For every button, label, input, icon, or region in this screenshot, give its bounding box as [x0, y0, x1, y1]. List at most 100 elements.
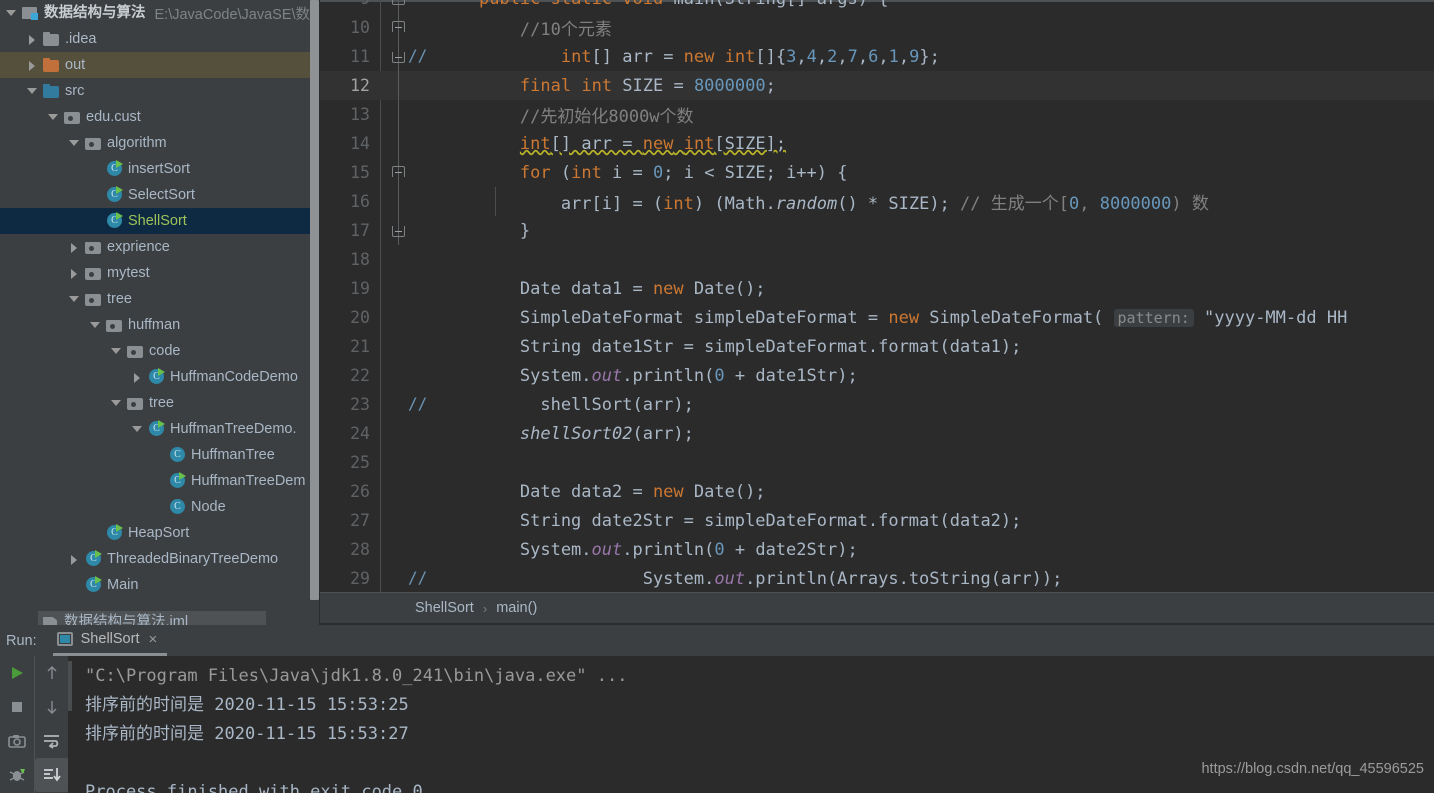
- editor-gutter[interactable]: [378, 506, 434, 535]
- tree-row-src[interactable]: src: [0, 78, 320, 104]
- rerun-button[interactable]: [0, 656, 34, 690]
- chevron-right-icon[interactable]: [27, 60, 38, 71]
- breadcrumb-method[interactable]: main(): [496, 600, 537, 616]
- code-line[interactable]: 16 arr[i] = (int) (Math.random() * SIZE)…: [320, 187, 1434, 216]
- screenshot-button[interactable]: [0, 724, 34, 758]
- code-line[interactable]: 13 //先初始化8000w个数: [320, 100, 1434, 129]
- chevron-right-icon[interactable]: [69, 268, 80, 279]
- tree-row-selectsort[interactable]: SelectSort: [0, 182, 320, 208]
- chevron-right-icon[interactable]: [27, 34, 38, 45]
- project-tree-scrollbar[interactable]: [310, 0, 319, 600]
- code-line[interactable]: 23// shellSort(arr);: [320, 390, 1434, 419]
- chevron-down-icon[interactable]: [111, 346, 122, 357]
- editor-gutter[interactable]: [378, 303, 434, 332]
- tree-row-code[interactable]: code: [0, 338, 320, 364]
- editor-gutter[interactable]: [378, 187, 434, 216]
- chevron-down-icon[interactable]: [27, 86, 38, 97]
- code-line[interactable]: 18: [320, 245, 1434, 274]
- chevron-down-icon[interactable]: [6, 8, 17, 19]
- chevron-down-icon[interactable]: [69, 138, 80, 149]
- code-line[interactable]: 11// int[] arr = new int[]{3,4,2,7,6,1,9…: [320, 42, 1434, 71]
- editor-gutter[interactable]: [378, 448, 434, 477]
- code-line[interactable]: 24 shellSort02(arr);: [320, 419, 1434, 448]
- fold-marker-icon[interactable]: [392, 226, 405, 237]
- chevron-down-icon[interactable]: [132, 424, 143, 435]
- code-line[interactable]: 17 }: [320, 216, 1434, 245]
- editor-gutter[interactable]: //: [378, 390, 434, 419]
- code-line[interactable]: 15 for (int i = 0; i < SIZE; i++) {: [320, 158, 1434, 187]
- tree-row-shellsort[interactable]: ShellSort: [0, 208, 320, 234]
- chevron-down-icon[interactable]: [48, 112, 59, 123]
- chevron-down-icon[interactable]: [111, 398, 122, 409]
- tree-row-educust[interactable]: edu.cust: [0, 104, 320, 130]
- editor-gutter[interactable]: //: [378, 42, 434, 71]
- editor-gutter[interactable]: [378, 158, 434, 187]
- debug-button[interactable]: [0, 758, 34, 792]
- tree-row-huffmantree[interactable]: HuffmanTree: [0, 442, 320, 468]
- code-line[interactable]: 28 System.out.println(0 + date2Str);: [320, 535, 1434, 564]
- editor-gutter[interactable]: [378, 13, 434, 42]
- tree-row-iml[interactable]: 数据结构与算法.iml: [38, 611, 266, 625]
- chevron-right-icon[interactable]: [132, 372, 143, 383]
- code-line[interactable]: 20 SimpleDateFormat simpleDateFormat = n…: [320, 303, 1434, 332]
- tree-row-tree[interactable]: tree: [0, 390, 320, 416]
- editor-gutter[interactable]: [378, 332, 434, 361]
- tree-row-insertsort[interactable]: insertSort: [0, 156, 320, 182]
- editor-gutter[interactable]: [378, 129, 434, 158]
- editor-gutter[interactable]: [378, 274, 434, 303]
- code-line[interactable]: 26 Date data2 = new Date();: [320, 477, 1434, 506]
- code-line[interactable]: 10 //10个元素: [320, 13, 1434, 42]
- tree-row-mytest[interactable]: mytest: [0, 260, 320, 286]
- code-line[interactable]: 12 final int SIZE = 8000000;: [320, 71, 1434, 100]
- project-tree-panel[interactable]: 数据结构与算法 E:\JavaCode\JavaSE\数据 .ideaoutsr…: [0, 0, 320, 625]
- fold-marker-icon[interactable]: [392, 0, 405, 5]
- fold-marker-icon[interactable]: [392, 52, 405, 63]
- tree-row-main[interactable]: Main: [0, 572, 320, 598]
- code-editor[interactable]: 9 public static void main(String[] args)…: [320, 0, 1434, 592]
- close-icon[interactable]: ×: [148, 631, 157, 648]
- editor-gutter[interactable]: [378, 361, 434, 390]
- code-line[interactable]: 19 Date data1 = new Date();: [320, 274, 1434, 303]
- editor-gutter[interactable]: //: [378, 564, 434, 592]
- scroll-up-button[interactable]: [35, 656, 69, 690]
- editor-gutter[interactable]: [378, 245, 434, 274]
- editor-gutter[interactable]: [378, 0, 434, 13]
- tree-row-exprience[interactable]: exprience: [0, 234, 320, 260]
- code-line[interactable]: 22 System.out.println(0 + date1Str);: [320, 361, 1434, 390]
- code-line[interactable]: 14 int[] arr = new int[SIZE];: [320, 129, 1434, 158]
- chevron-down-icon[interactable]: [69, 294, 80, 305]
- run-tab-shellsort[interactable]: ShellSort ×: [53, 625, 168, 656]
- soft-wrap-button[interactable]: [35, 724, 69, 758]
- tree-row-out[interactable]: out: [0, 52, 320, 78]
- breadcrumb[interactable]: ShellSort › main(): [320, 592, 1434, 623]
- scroll-to-end-button[interactable]: [35, 758, 69, 792]
- code-line[interactable]: 27 String date2Str = simpleDateFormat.fo…: [320, 506, 1434, 535]
- chevron-down-icon[interactable]: [90, 320, 101, 331]
- code-line[interactable]: 9 public static void main(String[] args)…: [320, 0, 1434, 13]
- stop-button[interactable]: [0, 690, 34, 724]
- tree-row-node[interactable]: Node: [0, 494, 320, 520]
- tree-row-threadedbinarytreedemo[interactable]: ThreadedBinaryTreeDemo: [0, 546, 320, 572]
- breadcrumb-class[interactable]: ShellSort: [415, 600, 474, 616]
- code-line[interactable]: 21 String date1Str = simpleDateFormat.fo…: [320, 332, 1434, 361]
- fold-marker-icon[interactable]: [392, 166, 405, 177]
- editor-gutter[interactable]: [378, 216, 434, 245]
- tree-row-huffmantreedem[interactable]: HuffmanTreeDem: [0, 468, 320, 494]
- tree-row-huffmantreedemo[interactable]: HuffmanTreeDemo.: [0, 416, 320, 442]
- console-scrollbar[interactable]: [68, 661, 72, 711]
- tree-row-idea[interactable]: .idea: [0, 26, 320, 52]
- editor-gutter[interactable]: [378, 477, 434, 506]
- tree-row-tree[interactable]: tree: [0, 286, 320, 312]
- editor-gutter[interactable]: [378, 71, 434, 100]
- editor-gutter[interactable]: [378, 419, 434, 448]
- tree-row-heapsort[interactable]: HeapSort: [0, 520, 320, 546]
- tree-row-huffmancodedemo[interactable]: HuffmanCodeDemo: [0, 364, 320, 390]
- tree-row-huffman[interactable]: huffman: [0, 312, 320, 338]
- chevron-right-icon[interactable]: [69, 242, 80, 253]
- code-line[interactable]: 25: [320, 448, 1434, 477]
- chevron-right-icon[interactable]: [69, 554, 80, 565]
- editor-gutter[interactable]: [378, 100, 434, 129]
- code-line[interactable]: 29// System.out.println(Arrays.toString(…: [320, 564, 1434, 592]
- fold-marker-icon[interactable]: [392, 21, 405, 32]
- tree-row-algorithm[interactable]: algorithm: [0, 130, 320, 156]
